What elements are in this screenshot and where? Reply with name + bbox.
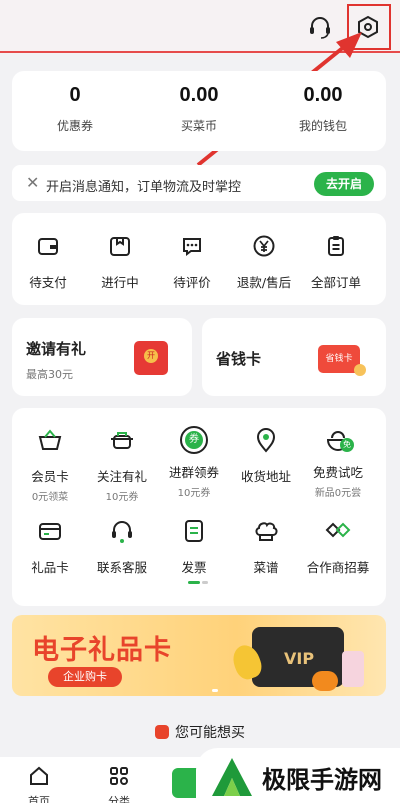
nav-home[interactable]: 首页: [14, 765, 64, 803]
service-address[interactable]: 收货地址: [228, 426, 304, 485]
invite-subtitle: 最高30元: [26, 368, 73, 381]
enterprise-buy-button[interactable]: 企业购卡: [48, 667, 122, 687]
chat-bubble-icon: [183, 238, 201, 256]
enable-notification-button[interactable]: 去开启: [314, 172, 374, 196]
bottle-image: [342, 651, 364, 687]
service-sub: 新品0元尝: [314, 488, 362, 499]
stat-value: 0.00: [179, 84, 219, 106]
service-membership[interactable]: 会员卡 0元领菜: [12, 426, 88, 503]
invoice-icon: [185, 520, 203, 542]
coupon-circle-icon: 券: [180, 426, 208, 454]
notification-text: 开启消息通知，订单物流及时掌控: [46, 180, 242, 195]
service-label: 会员卡: [31, 469, 69, 484]
coupon-badge: 券: [185, 431, 203, 449]
service-group-coupon[interactable]: 券 进群领券 10元券: [156, 426, 232, 499]
pot-icon: [111, 432, 133, 449]
service-invoice[interactable]: 发票: [156, 517, 232, 576]
service-label: 收货地址: [240, 469, 291, 484]
stat-value: 0.00: [303, 84, 343, 106]
package-icon: [110, 237, 130, 256]
service-partner-recruit[interactable]: 合作商招募: [300, 517, 376, 576]
order-all[interactable]: 全部订单: [301, 234, 371, 291]
watermark-text: 极限手游网: [262, 766, 382, 794]
service-label: 联系客服: [96, 560, 147, 575]
headset-icon: [112, 521, 132, 543]
close-icon[interactable]: ✕: [26, 173, 39, 192]
grid-icon: [110, 767, 128, 785]
coin-icon: [354, 364, 366, 376]
service-label: 礼品卡: [31, 560, 69, 575]
handshake-icon: [325, 522, 351, 538]
order-label: 全部订单: [310, 275, 361, 290]
invite-title: 邀请有礼: [26, 340, 87, 358]
recommend-title: 您可能想买: [175, 725, 245, 741]
wallet-icon: [38, 238, 58, 255]
yen-circle-icon: [253, 235, 275, 257]
red-envelope-icon: 开: [134, 341, 168, 375]
coupon-stat[interactable]: 0 优惠券: [20, 84, 130, 134]
envelope-badge: 开: [144, 349, 158, 363]
order-refund[interactable]: 退款/售后: [229, 234, 299, 291]
service-sub: 10元券: [177, 488, 211, 499]
service-gift-card[interactable]: 礼品卡: [12, 517, 88, 576]
basket-icon: [38, 429, 62, 450]
saver-title: 省钱卡: [216, 350, 262, 368]
service-sub: 0元领菜: [31, 492, 69, 503]
vip-text: VIP: [284, 649, 315, 668]
nav-label: 分类: [108, 795, 130, 803]
service-sub: 10元券: [105, 492, 139, 503]
nav-label: 首页: [28, 795, 50, 803]
stat-label: 优惠券: [56, 119, 93, 133]
gift-card-banner[interactable]: 电子礼品卡 企业购卡 VIP: [12, 615, 386, 696]
order-label: 待评价: [173, 275, 211, 290]
order-pending-review[interactable]: 待评价: [157, 234, 227, 291]
home-icon: [30, 766, 48, 785]
bowl-icon: 免: [324, 426, 354, 454]
service-label: 进群领券: [168, 465, 219, 480]
service-label: 菜谱: [253, 560, 279, 575]
service-recipes[interactable]: 菜谱: [228, 517, 304, 576]
stat-value: 0: [69, 84, 81, 106]
service-label: 免费试吃: [312, 465, 363, 480]
watermark-logo-icon: [212, 758, 252, 796]
shopping-bag-icon: [155, 725, 169, 739]
wallet-stat[interactable]: 0.00 我的钱包: [268, 84, 378, 134]
page-indicator: [202, 581, 208, 584]
gift-card-icon: [39, 523, 61, 540]
location-pin-icon: [256, 428, 276, 453]
saver-card[interactable]: 省钱卡 省钱卡: [202, 318, 386, 396]
free-badge: 免: [340, 438, 354, 452]
service-follow[interactable]: 关注有礼 10元券: [84, 426, 160, 503]
order-label: 待支付: [29, 275, 67, 290]
invite-card[interactable]: 邀请有礼 最高30元 开: [12, 318, 192, 396]
service-customer-support[interactable]: 联系客服: [84, 517, 160, 576]
chef-hat-icon: [255, 522, 278, 541]
service-free-trial[interactable]: 免 免费试吃 新品0元尝: [300, 426, 376, 499]
nav-category[interactable]: 分类: [94, 765, 144, 803]
page-indicator-active: [188, 581, 200, 584]
stat-label: 买菜币: [180, 119, 217, 133]
order-pending-payment[interactable]: 待支付: [13, 234, 83, 291]
banner-indicator: [212, 689, 218, 692]
recommend-heading: 您可能想买: [0, 722, 400, 742]
service-label: 合作商招募: [306, 560, 370, 575]
order-in-progress[interactable]: 进行中: [85, 234, 155, 291]
service-label: 关注有礼: [96, 469, 147, 484]
order-label: 退款/售后: [236, 275, 292, 290]
stat-label: 我的钱包: [298, 119, 347, 133]
veggie-coin-stat[interactable]: 0.00 买菜币: [144, 84, 254, 134]
order-label: 进行中: [101, 275, 139, 290]
fruit-image: [312, 671, 338, 691]
banner-title: 电子礼品卡: [32, 635, 172, 666]
clipboard-icon: [328, 236, 344, 256]
service-label: 发票: [181, 560, 207, 575]
